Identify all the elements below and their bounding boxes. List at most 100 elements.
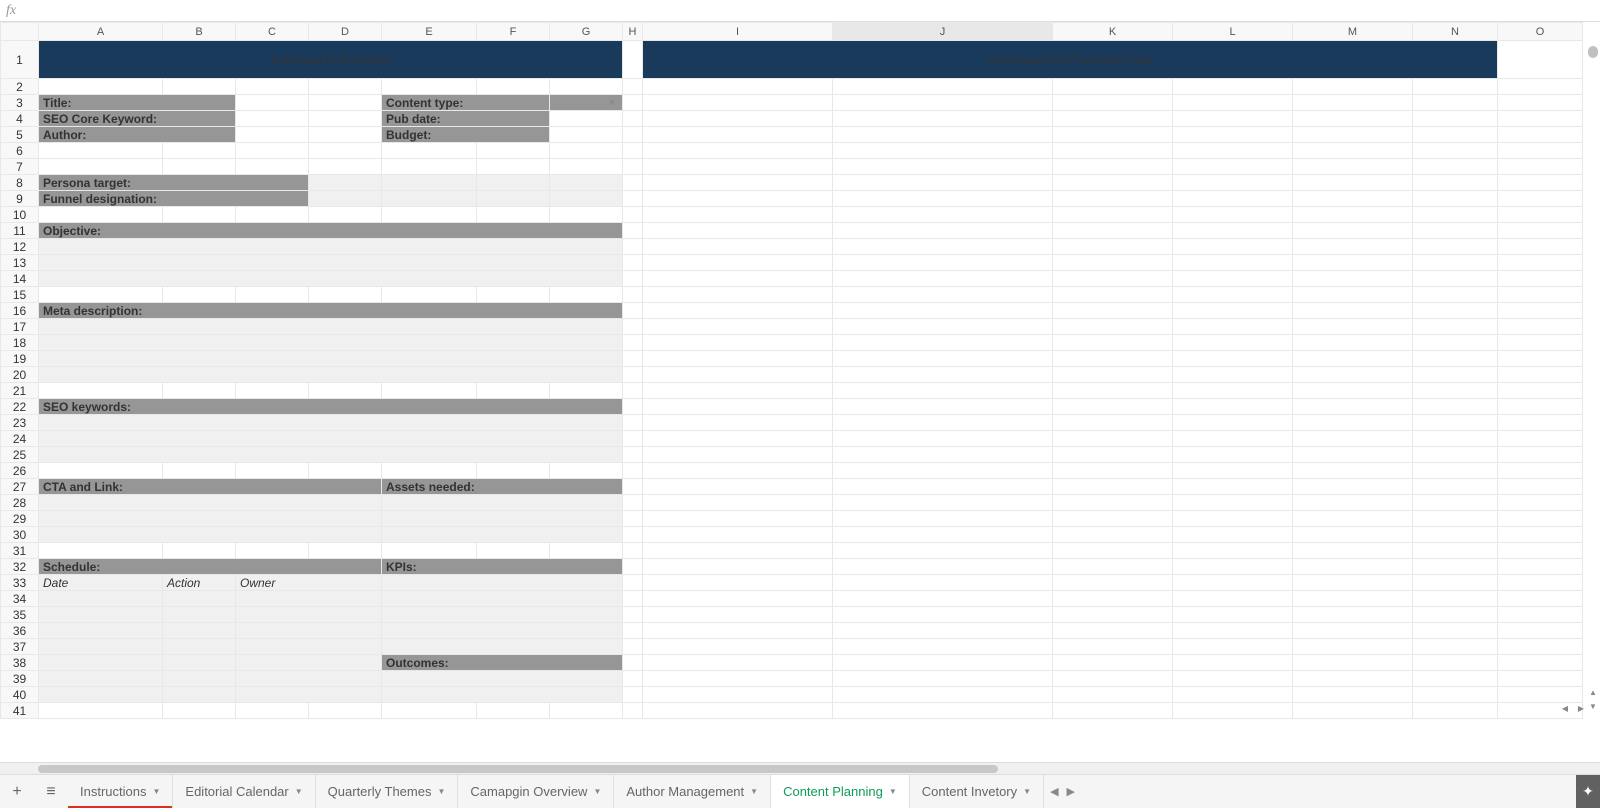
cell[interactable] xyxy=(1413,639,1498,655)
select-all-cell[interactable] xyxy=(1,23,39,41)
cell[interactable] xyxy=(1498,543,1583,559)
cell[interactable] xyxy=(382,159,477,175)
cell[interactable] xyxy=(1413,111,1498,127)
cell[interactable] xyxy=(623,41,643,79)
cell[interactable] xyxy=(623,175,643,191)
row-header[interactable]: 19 xyxy=(1,351,39,367)
row-header[interactable]: 39 xyxy=(1,671,39,687)
cell[interactable] xyxy=(1293,111,1413,127)
cell[interactable] xyxy=(1053,127,1173,143)
cell[interactable] xyxy=(1498,127,1583,143)
cell[interactable] xyxy=(1173,591,1293,607)
cell[interactable] xyxy=(1498,319,1583,335)
row-header[interactable]: 18 xyxy=(1,335,39,351)
cell[interactable] xyxy=(1053,511,1173,527)
cell[interactable] xyxy=(643,303,833,319)
col-header-I[interactable]: I xyxy=(643,23,833,41)
cell[interactable] xyxy=(1173,367,1293,383)
cell[interactable] xyxy=(236,95,309,111)
cell[interactable] xyxy=(163,383,236,399)
cell[interactable] xyxy=(623,351,643,367)
cell[interactable] xyxy=(550,111,623,127)
cell[interactable] xyxy=(236,111,309,127)
tab-nav-next-icon[interactable]: ▶ xyxy=(1067,785,1075,798)
cell[interactable] xyxy=(643,415,833,431)
h-scrollbar-thumb[interactable] xyxy=(38,765,998,773)
cell[interactable] xyxy=(1293,703,1413,719)
cell[interactable] xyxy=(1173,415,1293,431)
cell[interactable] xyxy=(550,543,623,559)
cell[interactable] xyxy=(163,287,236,303)
row-header[interactable]: 6 xyxy=(1,143,39,159)
cell[interactable] xyxy=(550,383,623,399)
cell[interactable] xyxy=(236,623,382,639)
cell[interactable] xyxy=(1498,415,1583,431)
cell[interactable] xyxy=(833,239,1053,255)
v-scrollbar-thumb[interactable] xyxy=(1588,46,1598,58)
cell[interactable]: Pub date: xyxy=(382,111,550,127)
cell[interactable] xyxy=(1413,143,1498,159)
cell[interactable] xyxy=(833,367,1053,383)
cell[interactable] xyxy=(1498,623,1583,639)
tab-nav-prev-icon[interactable]: ◀ xyxy=(1050,785,1058,798)
cell[interactable] xyxy=(1053,111,1173,127)
cell[interactable] xyxy=(1413,127,1498,143)
row-header[interactable]: 21 xyxy=(1,383,39,399)
cell[interactable] xyxy=(309,159,382,175)
cell[interactable] xyxy=(623,607,643,623)
cell[interactable] xyxy=(1293,479,1413,495)
cell[interactable] xyxy=(833,447,1053,463)
tab-content-planning[interactable]: Content Planning▼ xyxy=(771,775,910,808)
cell[interactable] xyxy=(39,79,163,95)
cell[interactable] xyxy=(1498,41,1583,79)
cell[interactable] xyxy=(1498,367,1583,383)
row-header[interactable]: 31 xyxy=(1,543,39,559)
cell[interactable] xyxy=(623,143,643,159)
cell[interactable] xyxy=(833,127,1053,143)
cell[interactable] xyxy=(1053,383,1173,399)
cell[interactable] xyxy=(1173,399,1293,415)
cell[interactable] xyxy=(623,703,643,719)
cell[interactable] xyxy=(833,175,1053,191)
explore-button[interactable]: ✦ xyxy=(1576,775,1600,808)
cell[interactable] xyxy=(833,639,1053,655)
cell[interactable] xyxy=(39,655,163,671)
cell[interactable] xyxy=(1413,511,1498,527)
tab-editorial-calendar[interactable]: Editorial Calendar▼ xyxy=(173,775,315,808)
cell[interactable] xyxy=(623,591,643,607)
cell[interactable] xyxy=(1293,159,1413,175)
cell[interactable] xyxy=(643,655,833,671)
cell[interactable] xyxy=(623,127,643,143)
cell[interactable] xyxy=(833,703,1053,719)
cell[interactable] xyxy=(643,79,833,95)
cell[interactable] xyxy=(1173,639,1293,655)
cell[interactable] xyxy=(382,639,623,655)
cell[interactable] xyxy=(39,431,623,447)
cell[interactable] xyxy=(550,127,623,143)
cell[interactable] xyxy=(1053,191,1173,207)
cell[interactable] xyxy=(1413,591,1498,607)
cell[interactable] xyxy=(382,527,623,543)
cell[interactable] xyxy=(1498,143,1583,159)
cell[interactable]: Content type: xyxy=(382,95,550,111)
cell[interactable] xyxy=(1498,399,1583,415)
cell[interactable] xyxy=(1173,239,1293,255)
cell[interactable] xyxy=(382,143,477,159)
cell[interactable] xyxy=(1053,303,1173,319)
cell[interactable] xyxy=(1173,687,1293,703)
cell[interactable] xyxy=(1173,431,1293,447)
row-header[interactable]: 4 xyxy=(1,111,39,127)
cell[interactable] xyxy=(1293,127,1413,143)
cell[interactable] xyxy=(643,671,833,687)
cell[interactable] xyxy=(1053,431,1173,447)
cell[interactable] xyxy=(1293,223,1413,239)
cell[interactable] xyxy=(1053,319,1173,335)
row-header[interactable]: 38 xyxy=(1,655,39,671)
cell[interactable] xyxy=(382,671,623,687)
cell[interactable]: SEO keywords: xyxy=(39,399,623,415)
cell[interactable] xyxy=(643,351,833,367)
cell[interactable] xyxy=(1413,447,1498,463)
cell[interactable] xyxy=(1053,287,1173,303)
cell[interactable] xyxy=(550,207,623,223)
cell[interactable] xyxy=(643,687,833,703)
